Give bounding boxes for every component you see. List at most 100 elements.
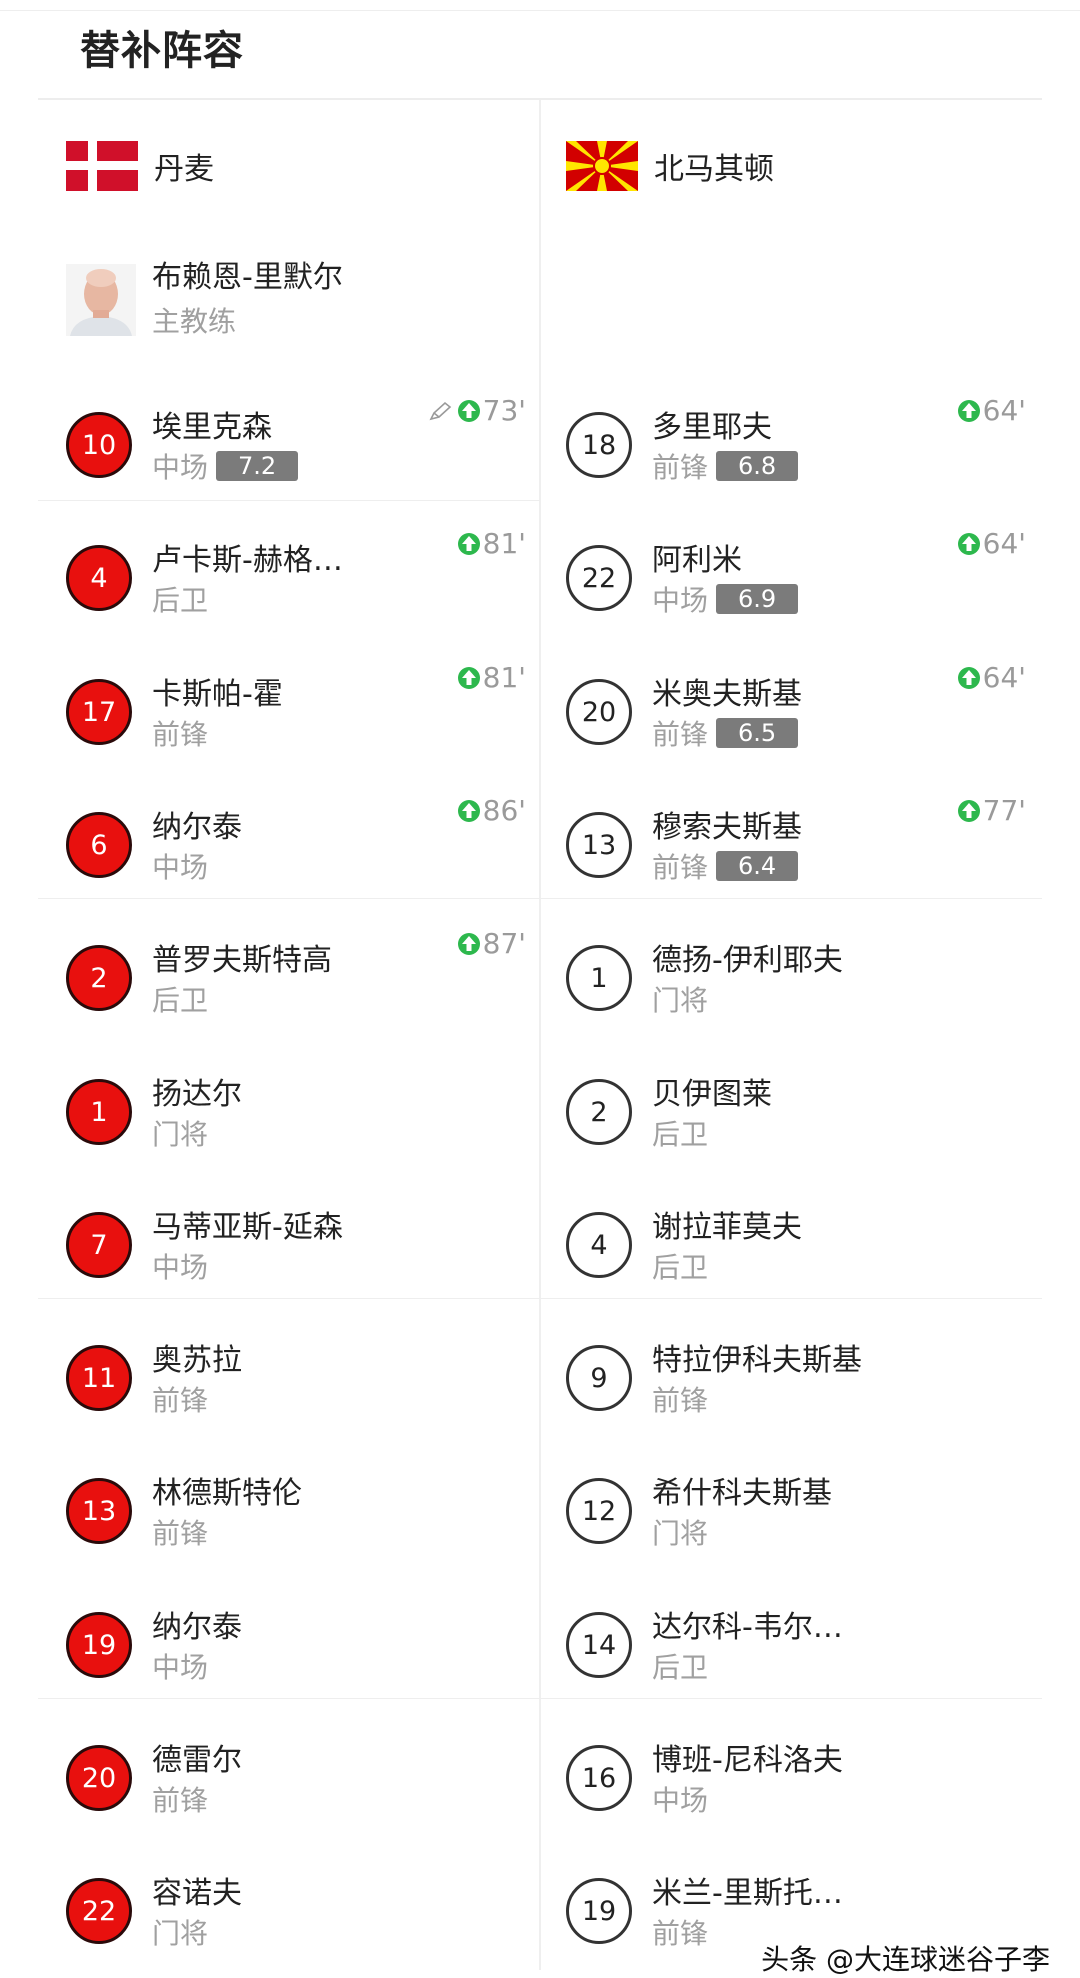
player-name: 卢卡斯-赫格…: [152, 543, 343, 578]
player-row[interactable]: 2 普罗夫斯特高 后卫 87': [66, 927, 526, 1035]
player-row[interactable]: 18 多里耶夫 前锋 6.8 64': [566, 394, 1026, 502]
player-row[interactable]: 11 奥苏拉 前锋: [66, 1335, 526, 1435]
player-name: 米兰-里斯托…: [652, 1876, 843, 1911]
jersey-number-badge: 20: [566, 679, 632, 745]
player-meta: 后卫: [152, 579, 208, 619]
player-row[interactable]: 22 容诺夫 门将: [66, 1868, 526, 1968]
player-position: 前锋: [652, 1917, 709, 1950]
jersey-number-badge: 1: [566, 945, 632, 1011]
player-row[interactable]: 12 希什科夫斯基 门将: [566, 1468, 1026, 1568]
jersey-number-badge: 2: [66, 945, 132, 1011]
player-name: 谢拉菲莫夫: [652, 1210, 802, 1245]
player-name: 奥苏拉: [152, 1343, 242, 1378]
player-position: 中场: [652, 584, 709, 617]
player-meta: 中场: [152, 1646, 208, 1686]
sub-in-arrow-icon: [957, 399, 980, 422]
player-meta: 前锋: [152, 713, 208, 753]
player-row[interactable]: 13 林德斯特伦 前锋: [66, 1468, 526, 1568]
coach-role: 主教练: [152, 305, 237, 338]
player-meta: 门将: [152, 1912, 208, 1952]
player-row[interactable]: 20 米奥夫斯基 前锋 6.5 64': [566, 661, 1026, 769]
player-meta: 前锋 6.5: [652, 713, 799, 753]
player-row[interactable]: 2 贝伊图莱 后卫: [566, 1069, 1026, 1169]
substitution-time: 81': [457, 661, 526, 694]
jersey-number-badge: 7: [66, 1212, 132, 1278]
home-coach[interactable]: 布赖恩-里默尔 主教练: [66, 248, 526, 348]
watermark: 头条 @大连球迷谷子李: [761, 1943, 1050, 1976]
section-title: 替补阵容: [80, 28, 244, 74]
substitution-time: 64': [957, 527, 1026, 560]
player-row[interactable]: 7 马蒂亚斯-延森 中场: [66, 1202, 526, 1302]
player-row[interactable]: 14 达尔科-韦尔… 后卫: [566, 1602, 1026, 1702]
player-row[interactable]: 17 卡斯帕-霍前锋 81': [66, 661, 526, 769]
player-position: 后卫: [152, 984, 209, 1017]
player-position: 前锋: [152, 1517, 209, 1550]
player-meta: 中场: [652, 1779, 708, 1819]
player-meta: 后卫: [652, 1246, 708, 1286]
player-row[interactable]: 13 穆索夫斯基 前锋 6.4 77': [566, 794, 1026, 902]
sub-minute: 64': [982, 661, 1026, 694]
row-divider: [38, 898, 1042, 899]
player-row[interactable]: 4 卢卡斯-赫格… 后卫 81': [66, 527, 526, 635]
player-position: 门将: [152, 1118, 209, 1151]
player-name: 德雷尔: [152, 1743, 242, 1778]
player-meta: 中场: [152, 1246, 208, 1286]
jersey-number-badge: 14: [566, 1612, 632, 1678]
substitution-time: 81': [457, 527, 526, 560]
player-name: 阿利米: [652, 543, 742, 578]
jersey-number-badge: 4: [566, 1212, 632, 1278]
jersey-number-badge: 19: [66, 1612, 132, 1678]
jersey-number-badge: 17: [66, 679, 132, 745]
jersey-number-badge: 22: [566, 545, 632, 611]
player-row[interactable]: 9 特拉伊科夫斯基 前锋: [566, 1335, 1026, 1435]
player-position: 前锋: [652, 718, 709, 751]
jersey-number-badge: 19: [566, 1878, 632, 1944]
player-row[interactable]: 6 纳尔泰 中场 86': [66, 794, 526, 902]
player-position: 前锋: [152, 1784, 209, 1817]
jersey-number-badge: 13: [566, 812, 632, 878]
player-position: 后卫: [652, 1251, 709, 1284]
player-row[interactable]: 1 德扬-伊利耶夫 门将: [566, 935, 1026, 1035]
player-name: 卡斯帕-霍: [152, 677, 283, 712]
player-name: 林德斯特伦: [152, 1476, 302, 1511]
player-row[interactable]: 16 博班-尼科洛夫 中场: [566, 1735, 1026, 1835]
rating-badge: 7.2: [216, 451, 299, 481]
player-meta: 后卫: [652, 1646, 708, 1686]
coach-avatar: [66, 264, 136, 336]
player-meta: 门将: [652, 979, 708, 1019]
player-meta: 中场 7.2: [152, 446, 299, 486]
player-position: 后卫: [652, 1651, 709, 1684]
player-name: 米奥夫斯基: [652, 677, 802, 712]
player-meta: 前锋 6.8: [652, 446, 799, 486]
player-row[interactable]: 22 阿利米 中场 6.9 64': [566, 527, 1026, 635]
player-name: 贝伊图莱: [652, 1077, 772, 1112]
player-row[interactable]: 1 扬达尔 门将: [66, 1069, 526, 1169]
jersey-number-badge: 4: [66, 545, 132, 611]
player-row[interactable]: 19 纳尔泰 中场: [66, 1602, 526, 1702]
substitution-time: 64': [957, 661, 1026, 694]
jersey-number-badge: 16: [566, 1745, 632, 1811]
sub-minute: 73': [482, 394, 526, 427]
jersey-number-badge: 1: [66, 1079, 132, 1145]
sub-minute: 87': [482, 927, 526, 960]
row-divider: [38, 1698, 1042, 1699]
sub-minute: 64': [982, 394, 1026, 427]
sub-in-arrow-icon: [457, 932, 480, 955]
player-meta: 前锋: [152, 1779, 208, 1819]
player-row[interactable]: 10 埃里克森 中场 7.2 73': [66, 394, 526, 502]
player-position: 前锋: [152, 718, 209, 751]
player-row[interactable]: 4 谢拉菲莫夫后卫: [566, 1202, 1026, 1302]
top-divider: [0, 10, 1080, 11]
away-team-header[interactable]: 北马其顿: [566, 136, 774, 196]
player-meta: 前锋: [652, 1912, 708, 1952]
player-position: 中场: [652, 1784, 709, 1817]
jersey-number-badge: 10: [66, 412, 132, 478]
player-row[interactable]: 20 德雷尔前锋: [66, 1735, 526, 1835]
home-team-header[interactable]: 丹麦: [66, 136, 214, 196]
sub-in-arrow-icon: [457, 399, 480, 422]
player-meta: 门将: [152, 1113, 208, 1153]
jersey-number-badge: 20: [66, 1745, 132, 1811]
jersey-number-badge: 6: [66, 812, 132, 878]
substitution-time: 87': [457, 927, 526, 960]
player-position: 门将: [152, 1917, 209, 1950]
